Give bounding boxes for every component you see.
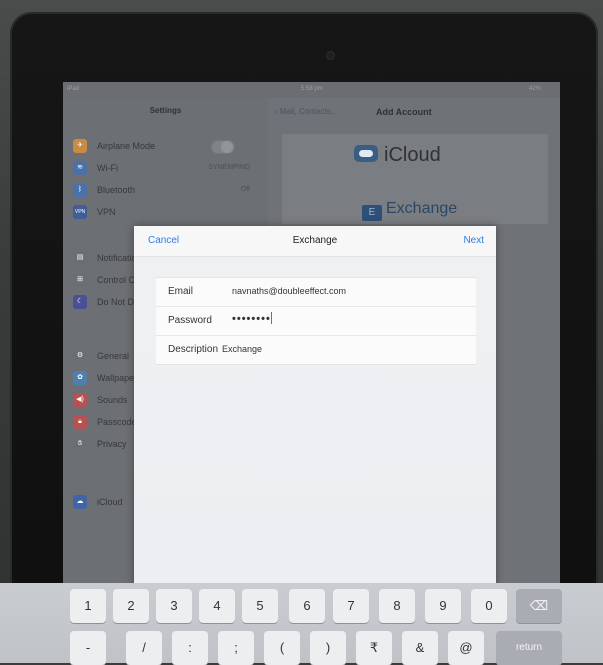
key-hyphen[interactable]: - <box>70 631 106 665</box>
backspace-icon: ⌫ <box>529 598 549 613</box>
gear-icon: ⚙ <box>73 349 87 363</box>
delete-key[interactable]: ⌫ <box>516 589 562 623</box>
status-time: 5:58 pm <box>301 86 323 92</box>
sidebar-item-bluetooth[interactable]: ᛒ Bluetooth Off <box>63 180 268 202</box>
password-field[interactable]: •••••••• <box>232 312 462 325</box>
next-button[interactable]: Next <box>463 235 484 246</box>
key-5[interactable]: 5 <box>242 589 278 623</box>
email-label: Email <box>168 286 194 297</box>
status-battery: 42% <box>529 86 542 92</box>
password-label: Password <box>168 315 212 326</box>
settings-title: Settings <box>149 106 182 115</box>
exchange-modal: Cancel Exchange Next Email navnaths@doub… <box>134 226 496 606</box>
key-open-paren[interactable]: ( <box>264 631 300 665</box>
sound-icon: ◀) <box>73 393 87 407</box>
key-slash[interactable]: / <box>126 631 162 665</box>
sidebar-item-label: Wi-Fi <box>97 163 118 173</box>
camera-icon <box>327 52 334 59</box>
airplane-mode-toggle[interactable] <box>211 140 235 154</box>
sidebar-item-label: Passcode <box>97 417 137 427</box>
description-field[interactable]: Exchange <box>222 344 452 354</box>
bluetooth-icon: ᛒ <box>73 183 87 197</box>
hand-icon: ✋︎ <box>73 437 87 451</box>
airplane-icon: ✈ <box>73 139 87 153</box>
back-button-label: Mail, Contacts... <box>279 107 338 116</box>
icloud-label: iCloud <box>384 144 441 166</box>
exchange-logo-icon: E <box>362 205 382 221</box>
control-center-icon: ⊞ <box>73 273 87 287</box>
sidebar-item-label: Bluetooth <box>97 185 136 195</box>
key-semicolon[interactable]: ; <box>218 631 254 665</box>
key-close-paren[interactable]: ) <box>310 631 346 665</box>
key-at[interactable]: @ <box>448 631 484 665</box>
key-ampersand[interactable]: & <box>402 631 438 665</box>
sidebar-item-wifi[interactable]: ≋ Wi-Fi SYNEMPIND <box>63 158 268 180</box>
keyboard: 1 2 3 4 5 6 7 8 9 0 ⌫ - / : ; ( ) ₹ & @ … <box>0 583 603 665</box>
key-9[interactable]: 9 <box>425 589 461 623</box>
modal-body: Email navnaths@doubleeffect.com Password… <box>134 257 496 606</box>
key-rupee[interactable]: ₹ <box>356 631 392 665</box>
key-8[interactable]: 8 <box>379 589 415 623</box>
moon-icon: ☾ <box>73 295 87 309</box>
return-key[interactable]: return <box>496 631 562 665</box>
wifi-icon: ≋ <box>73 161 87 175</box>
cloud-icon: ☁ <box>73 495 87 509</box>
status-bar: iPad 5:58 pm 42% <box>63 82 560 98</box>
bluetooth-value: Off <box>240 186 250 193</box>
password-row: Password •••••••• <box>156 307 476 336</box>
text-cursor <box>270 312 272 324</box>
account-type-list: iCloud E Exchange <box>282 134 548 224</box>
key-0[interactable]: 0 <box>471 589 507 623</box>
password-value: •••••••• <box>232 313 271 325</box>
key-6[interactable]: 6 <box>289 589 325 623</box>
sidebar-item-airplane-mode[interactable]: ✈ Airplane Mode <box>63 136 268 158</box>
modal-title: Exchange <box>292 235 338 246</box>
exchange-label: Exchange <box>386 200 458 217</box>
key-colon[interactable]: : <box>172 631 208 665</box>
sidebar-item-label: Airplane Mode <box>97 141 156 151</box>
vpn-icon: VPN <box>73 205 87 219</box>
icloud-logo-icon <box>354 145 378 162</box>
key-1[interactable]: 1 <box>70 589 106 623</box>
sidebar-item-label: Privacy <box>97 439 127 449</box>
account-form: Email navnaths@doubleeffect.com Password… <box>156 277 476 365</box>
sidebar-item-label: General <box>97 351 130 361</box>
description-label: Description <box>168 344 219 355</box>
sidebar-item-label: iCloud <box>97 497 123 507</box>
sidebar-item-vpn[interactable]: VPN VPN <box>63 202 268 224</box>
description-row: Description Exchange <box>156 336 476 364</box>
status-carrier: iPad <box>67 86 80 92</box>
back-button[interactable]: ‹ Mail, Contacts... <box>275 107 337 116</box>
email-field[interactable]: navnaths@doubleeffect.com <box>232 286 462 296</box>
lock-icon: 🔒︎ <box>73 415 87 429</box>
key-4[interactable]: 4 <box>199 589 235 623</box>
sidebar-item-label: Sounds <box>97 395 128 405</box>
add-account-title: Add Account <box>376 107 432 117</box>
wallpaper-icon: ✿ <box>73 371 87 385</box>
icloud-option[interactable]: iCloud <box>354 144 441 167</box>
wifi-network-value: SYNEMPIND <box>208 164 250 171</box>
notifications-icon: ▤ <box>73 251 87 265</box>
sidebar-item-label: VPN <box>97 207 116 217</box>
modal-nav-bar: Cancel Exchange Next <box>134 226 496 257</box>
exchange-option[interactable]: E Exchange <box>362 200 457 221</box>
email-row: Email navnaths@doubleeffect.com <box>156 278 476 307</box>
key-3[interactable]: 3 <box>156 589 192 623</box>
key-2[interactable]: 2 <box>113 589 149 623</box>
key-7[interactable]: 7 <box>333 589 369 623</box>
